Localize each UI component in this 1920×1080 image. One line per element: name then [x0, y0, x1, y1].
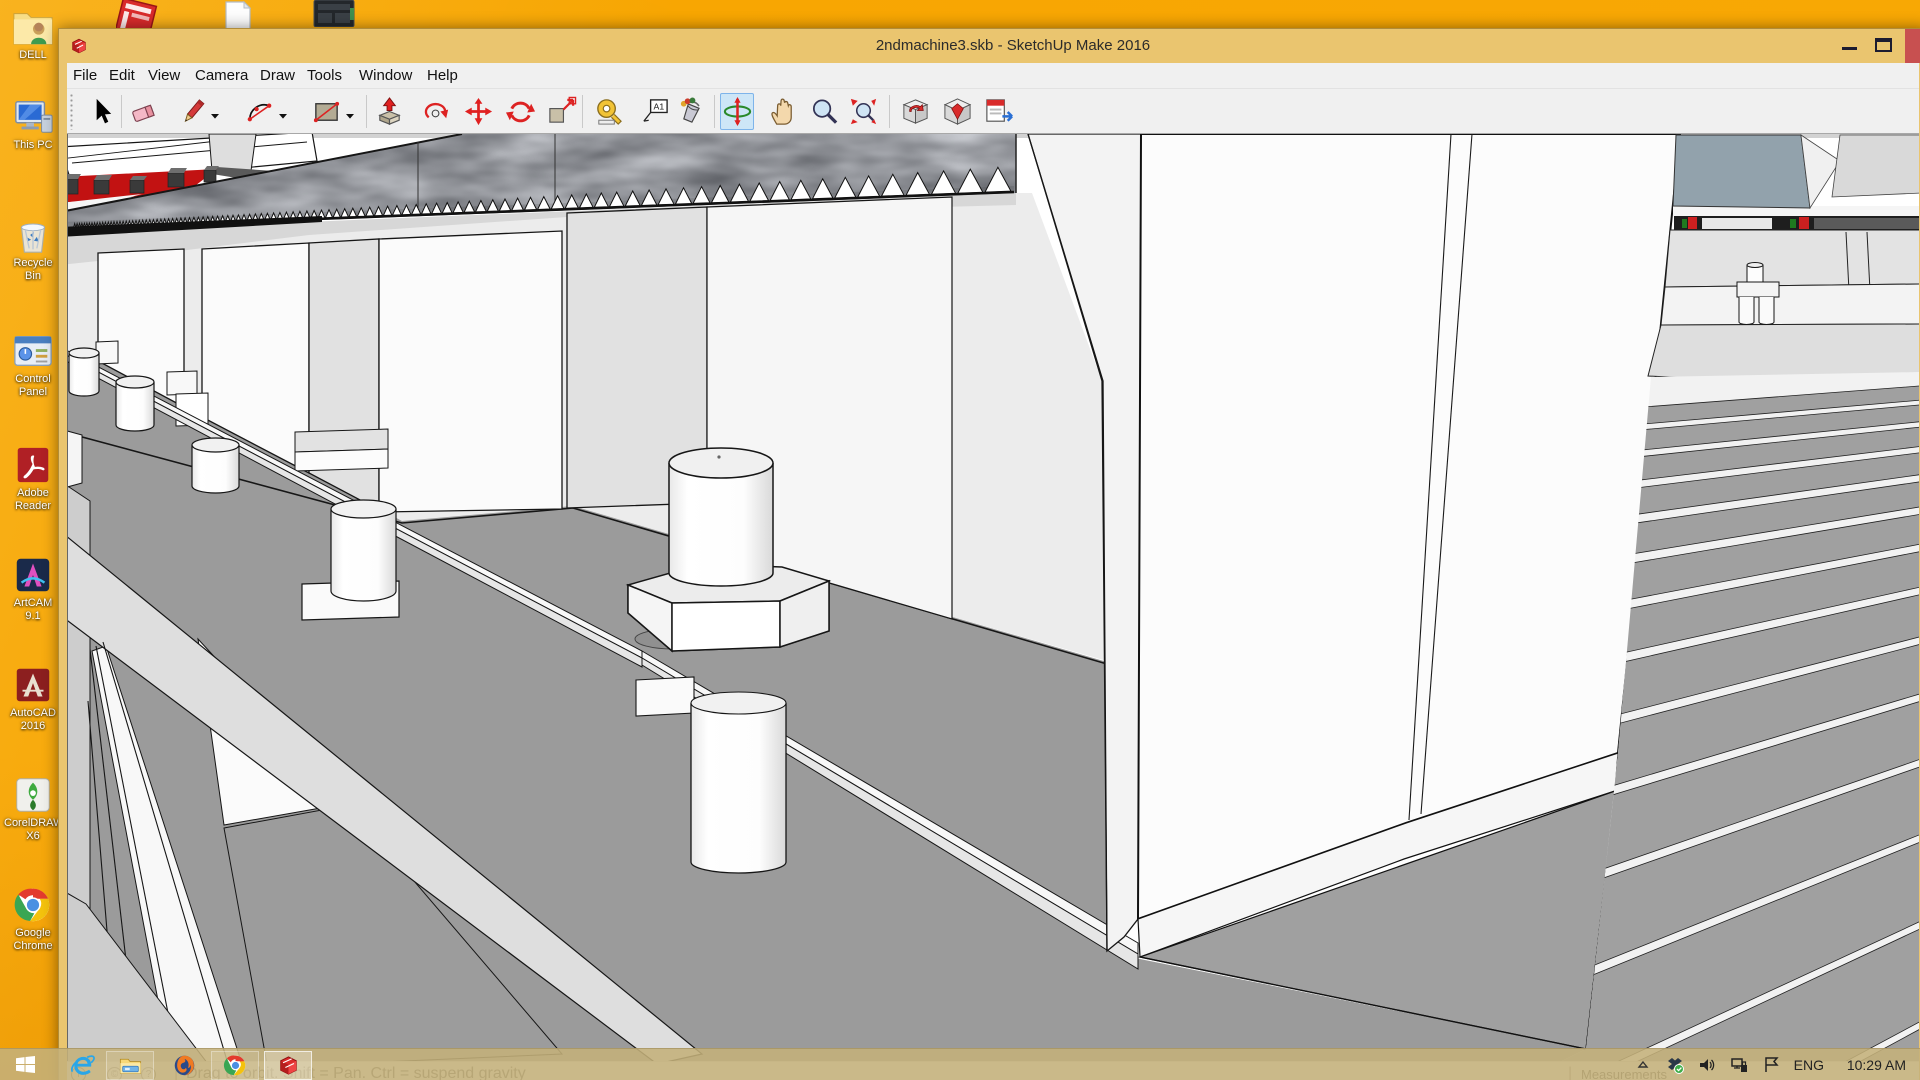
toolbar-separator [889, 95, 890, 128]
windows-desktop: { "desktop": { "icons": [ { "id": "dell-… [0, 0, 1920, 1080]
menu-bar: FileEditViewCameraDrawToolsWindowHelp [67, 63, 1919, 89]
sketchup-window: 2ndmachine3.skb - SketchUp Make 2016 Fil… [58, 28, 1920, 1080]
taskbar-sketchup[interactable] [264, 1051, 312, 1080]
toolbar-separator [582, 95, 583, 128]
desktop-icon-label: AutoCAD 2016 [4, 707, 62, 733]
tray-show-hidden-icon[interactable] [1634, 1056, 1652, 1074]
menu-view[interactable]: View [142, 63, 186, 89]
desktop-icon-label: Google Chrome [4, 927, 62, 953]
model-viewport[interactable] [67, 134, 1919, 1080]
close-button[interactable] [1905, 29, 1920, 63]
viewport-3d-scene[interactable] [68, 134, 1919, 1063]
tool-warehouse[interactable] [898, 93, 932, 130]
tool-move[interactable] [461, 93, 495, 130]
desktop-icon-label: CorelDRAW X6 [4, 817, 62, 843]
desktop-icon-artcam[interactable]: ArtCAM 9.1 [4, 554, 62, 623]
desktop-icon-this-pc[interactable]: This PC [4, 96, 62, 152]
tool-zoom[interactable] [807, 93, 841, 130]
google-chrome-icon [10, 884, 56, 926]
tray-action-center-icon[interactable] [1762, 1056, 1780, 1074]
recycle-bin-icon [10, 214, 56, 256]
sketchup-logo-icon [70, 37, 88, 55]
tool-dropdown-icon[interactable] [345, 106, 357, 118]
minimize-button[interactable] [1835, 29, 1865, 63]
this-pc-icon [10, 96, 56, 138]
menu-draw[interactable]: Draw [254, 63, 301, 89]
menu-tools[interactable]: Tools [301, 63, 348, 89]
toolbar-separator [366, 95, 367, 128]
desktop-icon-skp-file[interactable] [116, 0, 158, 27]
tray-network-icon[interactable] [1730, 1056, 1748, 1074]
toolbar-drag-handle[interactable] [69, 93, 74, 130]
svg-text:A1: A1 [653, 102, 664, 112]
menu-help[interactable]: Help [421, 63, 464, 89]
autocad-icon [10, 664, 56, 706]
tool-pushpull[interactable] [372, 93, 406, 130]
taskbar-file-explorer[interactable] [106, 1051, 154, 1080]
tool-extension-warehouse[interactable] [940, 93, 974, 130]
tray-volume-icon[interactable] [1698, 1056, 1716, 1074]
tool-followme[interactable] [419, 93, 453, 130]
coreldraw-icon [10, 774, 56, 816]
toolbar-separator [121, 95, 122, 128]
tool-rectangle[interactable] [309, 93, 343, 130]
desktop-icon-label: ArtCAM 9.1 [4, 597, 62, 623]
tool-text[interactable]: A1 [637, 93, 671, 130]
tool-orbit[interactable] [720, 93, 754, 130]
desktop-icon-recycle-bin[interactable]: Recycle Bin [4, 214, 62, 283]
desktop-icon-label: This PC [4, 139, 62, 152]
taskbar-internet-explorer[interactable] [58, 1051, 106, 1080]
menu-edit[interactable]: Edit [103, 63, 141, 89]
maximize-button[interactable] [1869, 29, 1899, 63]
tool-rotate[interactable] [503, 93, 537, 130]
artcam-icon [10, 554, 56, 596]
adobe-reader-icon [10, 444, 56, 486]
desktop-icon-device[interactable] [312, 0, 356, 27]
tool-zoomext[interactable] [846, 93, 880, 130]
taskbar-chrome[interactable] [211, 1051, 259, 1080]
tray-dropbox-icon[interactable] [1666, 1056, 1684, 1074]
menu-window[interactable]: Window [353, 63, 418, 89]
tool-pencil[interactable] [176, 93, 210, 130]
window-title: 2ndmachine3.skb - SketchUp Make 2016 [169, 29, 1857, 63]
desktop-icon-coreldraw[interactable]: CorelDRAW X6 [4, 774, 62, 843]
tray-clock[interactable]: 10:29 AM [1847, 1049, 1906, 1080]
desktop-icon-label: Control Panel [4, 373, 62, 399]
desktop-icon-label: Recycle Bin [4, 257, 62, 283]
menu-file[interactable]: File [67, 63, 103, 89]
desktop-icon-control-panel[interactable]: Control Panel [4, 330, 62, 399]
toolbar-separator [714, 95, 715, 128]
desktop-icon-label: DELL [4, 49, 62, 62]
tool-paint[interactable] [674, 93, 708, 130]
taskbar-firefox[interactable] [160, 1051, 208, 1080]
tray-language[interactable]: ENG [1794, 1049, 1824, 1080]
tool-select[interactable] [84, 93, 118, 130]
desktop-icon-autocad[interactable]: AutoCAD 2016 [4, 664, 62, 733]
tool-arc[interactable] [242, 93, 276, 130]
desktop-icon-google-chrome[interactable]: Google Chrome [4, 884, 62, 953]
control-panel-icon [10, 330, 56, 372]
desktop-icon-dell-folder[interactable]: DELL [4, 6, 62, 62]
desktop-icon-adobe-reader[interactable]: Adobe Reader [4, 444, 62, 513]
taskbar: ENG 10:29 AM [0, 1048, 1920, 1080]
dell-folder-icon [10, 6, 56, 48]
start-button[interactable] [8, 1049, 48, 1080]
menu-camera[interactable]: Camera [189, 63, 254, 89]
tool-dropdown-icon[interactable] [210, 106, 222, 118]
tool-eraser[interactable] [127, 93, 161, 130]
tool-scale[interactable] [544, 93, 578, 130]
window-titlebar[interactable]: 2ndmachine3.skb - SketchUp Make 2016 [59, 29, 1920, 63]
desktop-icon-document[interactable] [222, 0, 254, 27]
tool-layout[interactable] [981, 93, 1015, 130]
tool-tape[interactable] [591, 93, 625, 130]
desktop-icon-label: Adobe Reader [4, 487, 62, 513]
tool-dropdown-icon[interactable] [278, 106, 290, 118]
toolbar-getting-started: A1 [67, 89, 1919, 134]
tool-pan[interactable] [765, 93, 799, 130]
